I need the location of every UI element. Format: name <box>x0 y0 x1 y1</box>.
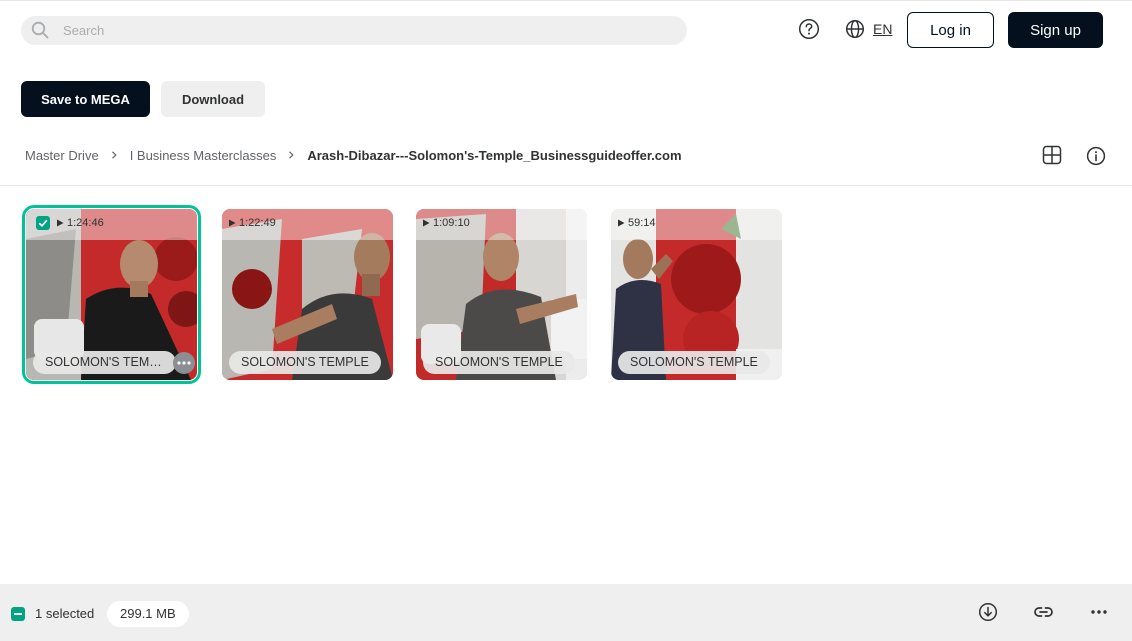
file-name: SOLOMON'S TEMPLE <box>33 351 176 374</box>
file-name: SOLOMON'S TEMPLE <box>423 351 575 374</box>
more-options-icon[interactable] <box>173 352 195 374</box>
search-input[interactable] <box>63 16 663 45</box>
file-thumbnail[interactable]: 1:09:10 SOLOMON'S TEMPLE <box>416 209 587 380</box>
video-duration: 1:09:10 <box>422 217 470 229</box>
breadcrumb-item-business-masterclasses[interactable]: I Business Masterclasses <box>130 148 277 163</box>
thumbnail-header <box>26 209 197 240</box>
login-button[interactable]: Log in <box>907 12 994 48</box>
selection-count: 1 selected <box>35 606 95 621</box>
breadcrumb-item-master-drive[interactable]: Master Drive <box>25 148 99 163</box>
selection-size-badge: 299.1 MB <box>107 601 189 627</box>
language-selector[interactable]: EN <box>873 21 892 37</box>
save-to-mega-button[interactable]: Save to MEGA <box>21 81 150 117</box>
info-icon[interactable] <box>1086 146 1106 166</box>
video-duration: 1:24:46 <box>56 217 104 229</box>
play-icon <box>57 219 64 227</box>
search-bar[interactable] <box>21 16 687 45</box>
video-duration: 1:22:49 <box>228 217 276 229</box>
chevron-right-icon <box>111 151 117 159</box>
deselect-checkbox-icon[interactable] <box>11 607 25 621</box>
signup-button[interactable]: Sign up <box>1008 12 1103 48</box>
play-icon <box>423 219 430 227</box>
video-duration: 59:14 <box>617 217 656 229</box>
help-icon[interactable] <box>798 18 820 40</box>
play-icon <box>229 219 236 227</box>
file-thumbnail[interactable]: 59:14 SOLOMON'S TEMPLE <box>611 209 782 380</box>
grid-view-icon[interactable] <box>1042 145 1062 165</box>
link-icon[interactable] <box>1033 602 1054 622</box>
globe-icon[interactable] <box>845 19 865 39</box>
top-border <box>0 0 1132 1</box>
download-icon[interactable] <box>978 602 998 622</box>
checkbox-checked-icon[interactable] <box>36 216 50 230</box>
play-icon <box>618 219 625 227</box>
file-thumbnail[interactable]: 1:24:46 SOLOMON'S TEMPLE <box>22 205 201 384</box>
chevron-right-icon <box>289 151 295 159</box>
breadcrumb-current-folder: Arash-Dibazar---Solomon's-Temple_Busines… <box>307 147 682 163</box>
file-thumbnail[interactable]: 1:22:49 SOLOMON'S TEMPLE <box>222 209 393 380</box>
file-name: SOLOMON'S TEMPLE <box>618 351 770 374</box>
divider <box>0 185 1132 186</box>
file-name: SOLOMON'S TEMPLE <box>229 351 381 374</box>
breadcrumb: Master Drive I Business Masterclasses Ar… <box>25 147 682 163</box>
download-button[interactable]: Download <box>161 81 265 117</box>
more-icon[interactable] <box>1089 602 1109 622</box>
search-icon <box>31 21 49 39</box>
selection-footer: 1 selected 299.1 MB <box>0 584 1132 641</box>
